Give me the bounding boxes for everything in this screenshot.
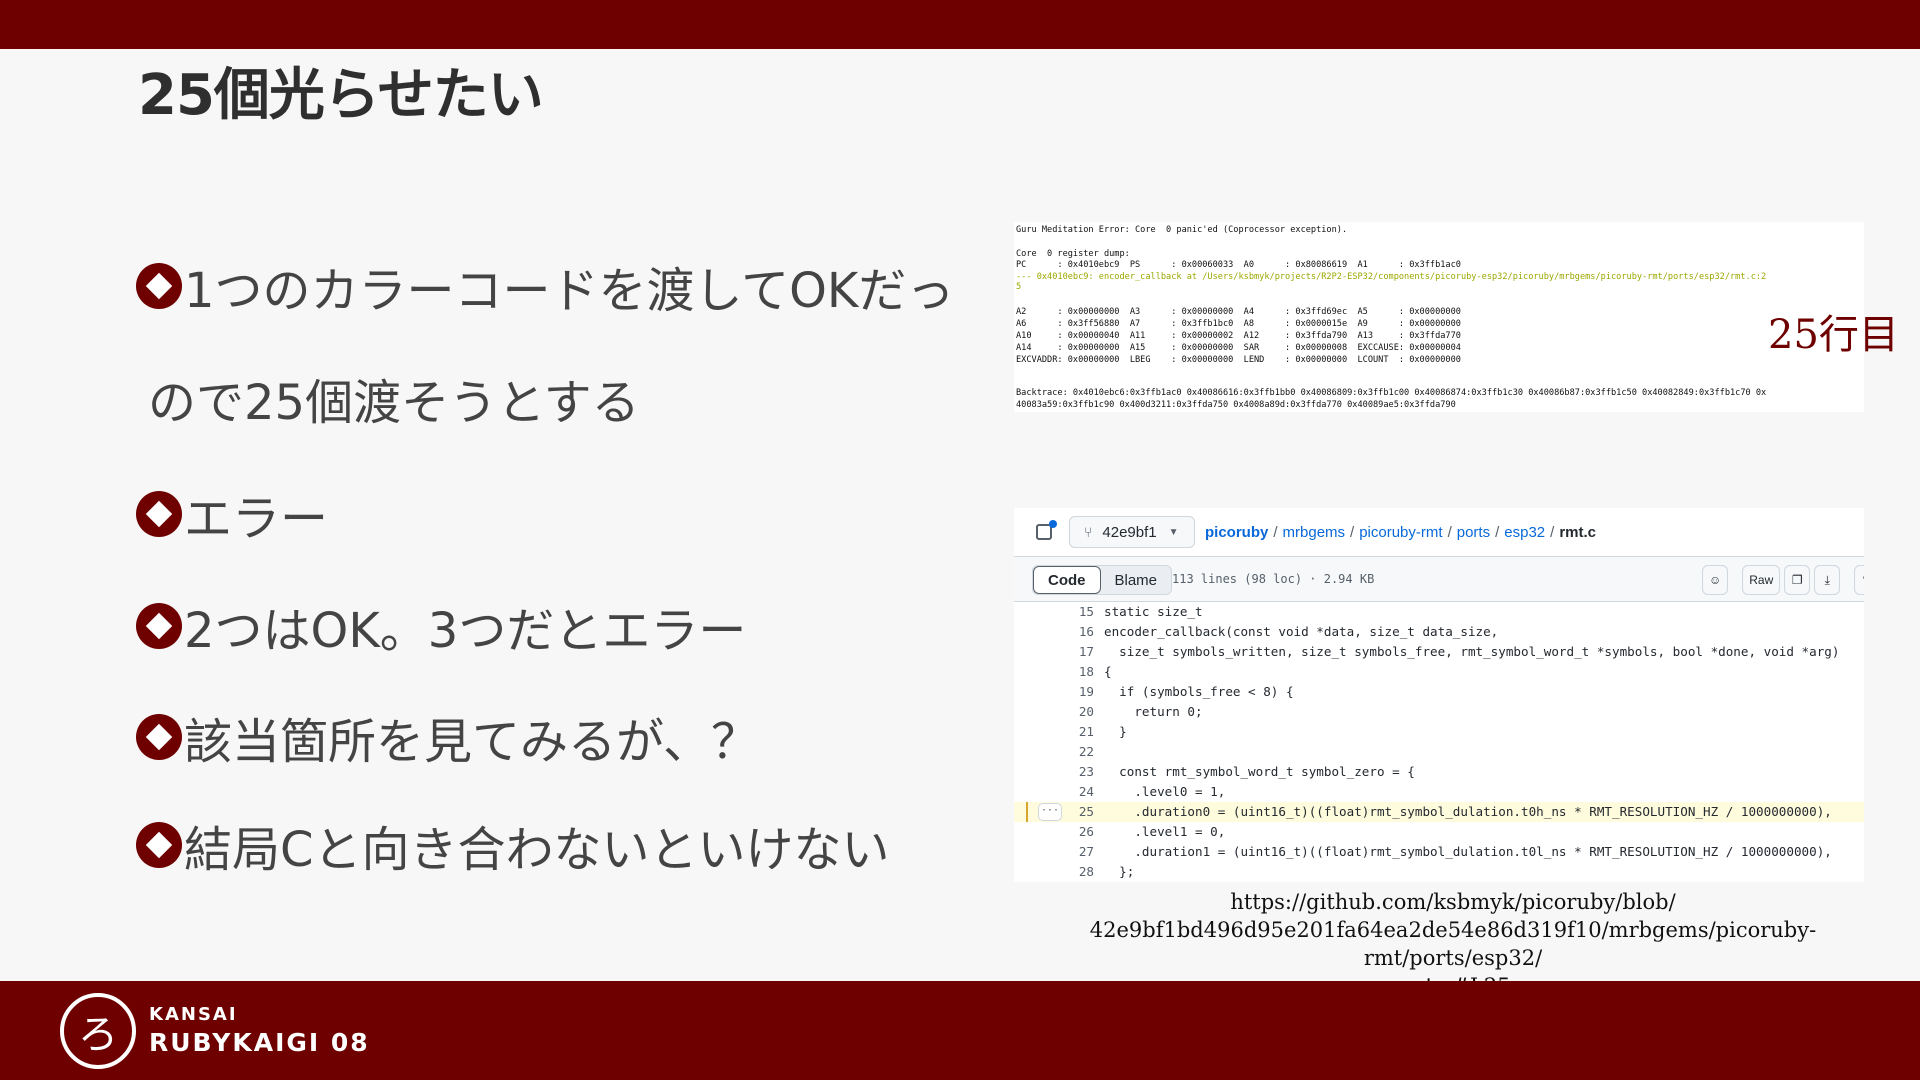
- row-label: 25行目: [1768, 312, 1899, 358]
- code-line: 28 };: [1078, 864, 1135, 879]
- chevron-down-icon: ▼: [1168, 526, 1179, 538]
- bullet-item: エラー: [136, 479, 328, 549]
- bullet-diamond-icon: [136, 822, 182, 868]
- source-url-line: https://github.com/ksbmyk/picoruby/blob/: [1230, 890, 1676, 914]
- code-line: 26 .level1 = 0,: [1078, 824, 1226, 839]
- github-code-view: ⑂ 42e9bf1 ▼ picoruby / mrbgems / picoruby-rm…: [1014, 508, 1864, 882]
- code-line: 24 .level0 = 1,: [1078, 784, 1226, 799]
- console-line: 40083a59:0x3ffb1c90 0x400d3211:0x3ffda75…: [1016, 400, 1456, 410]
- code-line: 17 size_t symbols_written, size_t symbol…: [1078, 644, 1840, 659]
- code-line: 23 const rmt_symbol_word_t symbol_zero =…: [1078, 764, 1415, 779]
- source-url-line: 42e9bf1bd496d95e201fa64ea2de54e86d319f10…: [1089, 918, 1817, 970]
- raw-button[interactable]: Raw: [1742, 565, 1781, 595]
- edit-pencil-icon[interactable]: ✎: [1854, 565, 1864, 595]
- brand-event: RUBYKAIGI 08: [149, 1028, 370, 1057]
- code-line: 27 .duration1 = (uint16_t)((float)rmt_sy…: [1078, 844, 1832, 859]
- code-line: 15 static size_t: [1078, 604, 1203, 619]
- console-line: EXCVADDR: 0x00000000 LBEG : 0x00000000 L…: [1016, 355, 1461, 365]
- console-line: A10 : 0x00000040 A11 : 0x00000002 A12 : …: [1016, 331, 1461, 341]
- file-toolbar: Code Blame 113 lines (98 loc) · 2.94 KB …: [1014, 556, 1864, 602]
- bullet-diamond-icon: [136, 491, 182, 537]
- console-line: Guru Meditation Error: Core 0 panic'ed (…: [1016, 225, 1348, 235]
- bullet-item: 結局Cと向き合わないといけない: [136, 810, 890, 880]
- notification-dot-icon: [1049, 520, 1057, 528]
- logo-icon: ろ: [60, 993, 136, 1069]
- code-line: 18{: [1078, 664, 1112, 679]
- tab-blame[interactable]: Blame: [1101, 566, 1172, 594]
- download-icon[interactable]: ⤓: [1814, 565, 1841, 595]
- bullet-text: エラー: [184, 491, 329, 547]
- bullet-text: 2つはOK。3つだとエラー: [184, 603, 747, 659]
- bullet-diamond-icon: [136, 603, 182, 649]
- console-line: A6 : 0x3ff56880 A7 : 0x3ffb1bc0 A8 : 0x0…: [1016, 319, 1461, 329]
- console-line: A14 : 0x00000000 A15 : 0x00000000 SAR : …: [1016, 343, 1461, 353]
- bullet-diamond-icon: [136, 714, 182, 760]
- brand-region: KANSAI: [149, 1004, 238, 1025]
- branch-selector[interactable]: ⑂ 42e9bf1 ▼: [1069, 516, 1195, 548]
- code-blame-toggle: Code Blame: [1032, 565, 1173, 595]
- branch-name: 42e9bf1: [1102, 523, 1157, 541]
- file-actions: ☺ Raw ❐ ⤓ ✎: [1702, 565, 1864, 595]
- console-error-dump: Guru Meditation Error: Core 0 panic'ed (…: [1014, 222, 1864, 412]
- console-line-highlight: --- 0x4010ebc9: encoder_callback at /Use…: [1016, 272, 1767, 282]
- bullet-text: 結局Cと向き合わないといけない: [184, 822, 890, 878]
- code-line: 19 if (symbols_free < 8) {: [1078, 684, 1294, 699]
- breadcrumb-item[interactable]: esp32: [1504, 524, 1545, 541]
- breadcrumb-item[interactable]: ports: [1457, 524, 1490, 541]
- copy-icon[interactable]: ❐: [1784, 565, 1811, 595]
- bullet-item: 該当箇所を見てみるが、？: [136, 702, 759, 772]
- code-line: 22: [1078, 744, 1094, 759]
- file-meta: 113 lines (98 loc) · 2.94 KB: [1172, 572, 1375, 586]
- code-line: 16 encoder_callback(const void *data, siz…: [1078, 624, 1499, 639]
- tab-code[interactable]: Code: [1033, 566, 1101, 594]
- code-line-highlighted[interactable]: ··· 25 .duration0 = (uint16_t)((float)rmt…: [1014, 802, 1864, 822]
- console-line: Core 0 register dump:: [1016, 249, 1130, 259]
- bullet-diamond-icon: [136, 263, 182, 309]
- code-line: 21 }: [1078, 724, 1127, 739]
- github-header: ⑂ 42e9bf1 ▼ picoruby / mrbgems / picoruby-rm…: [1014, 508, 1864, 556]
- bullet-item: 1つのカラーコードを渡してOKだっ: [136, 251, 954, 321]
- console-line: A2 : 0x00000000 A3 : 0x00000000 A4 : 0x3…: [1016, 307, 1461, 317]
- code-line: 20 return 0;: [1078, 704, 1203, 719]
- code-listing: 15 static size_t 16 encoder_callback(const…: [1014, 602, 1864, 882]
- breadcrumb-repo[interactable]: picoruby: [1205, 524, 1268, 541]
- breadcrumb-file: rmt.c: [1559, 524, 1596, 541]
- bullet-text: 1つのカラーコードを渡してOKだっ: [184, 263, 955, 319]
- breadcrumb-item[interactable]: picoruby-rmt: [1359, 524, 1442, 541]
- console-line-highlight: 5: [1016, 282, 1022, 292]
- breadcrumb-item[interactable]: mrbgems: [1283, 524, 1346, 541]
- copilot-icon[interactable]: ☺: [1702, 565, 1729, 595]
- logo-glyph: ろ: [78, 1012, 118, 1058]
- breadcrumb: picoruby / mrbgems / picoruby-rmt / ports / esp3…: [1205, 524, 1596, 541]
- bullet-text: 該当箇所を見てみるが、？: [184, 714, 760, 770]
- console-line: Backtrace: 0x4010ebc6:0x3ffb1ac0 0x40086…: [1016, 388, 1767, 398]
- console-line: PC : 0x4010ebc9 PS : 0x00060033 A0 : 0x8…: [1016, 260, 1461, 270]
- bullet-continuation: ので25個渡そうとする: [148, 375, 640, 431]
- bullet-item: 2つはOK。3つだとエラー: [136, 591, 746, 661]
- git-branch-icon: ⑂: [1084, 524, 1093, 540]
- bullet-list: 1つのカラーコードを渡してOKだっ ので25個渡そうとする エラー 2つはOK。…: [136, 0, 1016, 980]
